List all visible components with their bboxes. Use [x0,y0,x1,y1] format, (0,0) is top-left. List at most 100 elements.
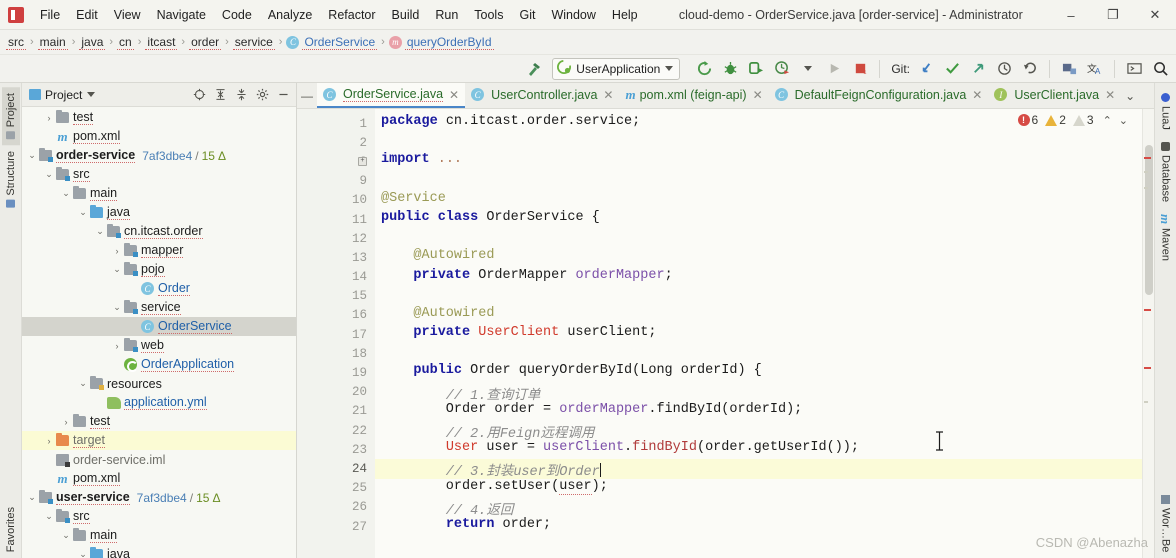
tree-node-java[interactable]: ⌄ java [22,545,296,558]
settings-gear-icon[interactable] [253,85,272,104]
rerun-icon[interactable] [692,58,716,80]
close-icon[interactable]: ✕ [1105,88,1115,102]
code-line[interactable]: private OrderMapper orderMapper; [375,268,1142,287]
close-button[interactable]: ✕ [1134,0,1176,30]
menu-window[interactable]: Window [543,5,603,25]
tree-expand-arrow[interactable]: › [43,436,55,446]
breadcrumb-item-orderservice[interactable]: C OrderService [286,35,378,50]
fold-imports-icon[interactable]: + [358,157,367,167]
maximize-button[interactable]: ❐ [1092,0,1134,30]
tree-expand-arrow[interactable] [43,132,55,142]
code-line[interactable] [375,287,1142,306]
tree-node-orderservice[interactable]: C OrderService [22,317,296,336]
sidebar-tab-favorites[interactable]: Favorites [2,501,20,558]
code-line[interactable] [375,229,1142,248]
menu-navigate[interactable]: Navigate [149,5,214,25]
tree-expand-arrow[interactable]: ⌄ [77,207,89,218]
code-line[interactable]: public class OrderService { [375,210,1142,229]
tree-node-pom-xml[interactable]: m pom.xml [22,469,296,488]
next-problem-icon[interactable]: ⌄ [1117,114,1130,127]
sidebar-tab-working-bench[interactable]: Wor…Be [1157,489,1175,558]
sidebar-tab-luaj[interactable]: LuaJ [1157,87,1175,136]
menu-edit[interactable]: Edit [68,5,106,25]
previous-problem-icon[interactable]: ⌃ [1101,114,1114,127]
code-line[interactable]: public Order queryOrderById(Long orderId… [375,363,1142,382]
code-line[interactable]: @Autowired [375,248,1142,267]
menu-help[interactable]: Help [604,5,646,25]
editor-gutter[interactable]: 123+910111213141516171819202122232425262… [297,109,389,558]
run-icon[interactable] [822,58,846,80]
tree-node-resources[interactable]: ⌄ resources [22,374,296,393]
tree-node-application-yml[interactable]: application.yml [22,393,296,412]
tree-node-src[interactable]: ⌄ src [22,165,296,184]
menu-view[interactable]: View [106,5,149,25]
tree-expand-arrow[interactable]: ⌄ [26,492,38,503]
tree-expand-arrow[interactable]: ⌄ [26,150,38,161]
tree-expand-arrow[interactable]: ⌄ [94,226,106,237]
tree-node-user-service[interactable]: ⌄ user-service 7af3dbe4/15 Δ [22,488,296,507]
tree-expand-arrow[interactable] [111,360,123,370]
code-line[interactable]: // 2.用Feign远程调用 [375,421,1142,442]
terminal-icon[interactable] [1122,58,1146,80]
error-count-group[interactable]: ! 6 [1017,113,1038,127]
editor-tab-orderservice[interactable]: C OrderService.java ✕ [317,83,466,108]
breadcrumb-item-java[interactable]: java [79,35,106,50]
tree-expand-arrow[interactable] [94,398,106,408]
tree-expand-arrow[interactable] [128,284,140,294]
debug-icon[interactable] [718,58,742,80]
breadcrumb-item-cn[interactable]: cn [117,35,134,50]
tree-node-test[interactable]: › test [22,108,296,127]
code-line[interactable]: User user = userClient.findById(order.ge… [375,440,1142,459]
tree-node-pojo[interactable]: ⌄ pojo [22,260,296,279]
code-line[interactable] [375,172,1142,191]
sidebar-tab-maven[interactable]: m Maven [1156,208,1175,267]
breadcrumb-item-queryorderbyid[interactable]: m queryOrderById [388,35,494,50]
code-line[interactable]: // 1.查询订单 [375,383,1142,404]
code-line[interactable]: order.setUser(user); [375,478,1142,498]
tree-node-service[interactable]: ⌄ service [22,298,296,317]
code-line[interactable] [375,133,1142,152]
tree-expand-arrow[interactable]: ⌄ [77,378,89,389]
close-icon[interactable]: ✕ [972,88,982,102]
project-tree[interactable]: › test m pom.xml ⌄ order-service 7af3dbe4/15 Δ… [22,107,296,558]
editor-tab-defaultfeignconfiguration[interactable]: C DefaultFeignConfiguration.java ✕ [769,83,989,108]
run-with-coverage-icon[interactable] [744,58,768,80]
run-configuration-selector[interactable]: UserApplication [552,57,681,80]
menu-tools[interactable]: Tools [466,5,511,25]
minimize-button[interactable]: – [1050,0,1092,30]
menu-refactor[interactable]: Refactor [320,5,383,25]
profile-icon[interactable] [770,58,794,80]
tree-expand-arrow[interactable]: ⌄ [111,302,123,313]
collapse-all-icon[interactable] [232,85,251,104]
stop-icon[interactable]: 1 [848,58,872,80]
update-project-icon[interactable] [914,58,938,80]
tree-node-orderapplication[interactable]: OrderApplication [22,355,296,374]
tree-expand-arrow[interactable]: ⌄ [43,169,55,180]
tree-expand-arrow[interactable] [43,455,55,465]
translate-icon[interactable]: 文A [1083,58,1107,80]
breadcrumb-item-itcast[interactable]: itcast [145,35,178,50]
tree-node-order-service[interactable]: ⌄ order-service 7af3dbe4/15 Δ [22,146,296,165]
menu-git[interactable]: Git [511,5,543,25]
menu-build[interactable]: Build [384,5,428,25]
error-stripe[interactable] [1142,109,1154,558]
menu-file[interactable]: File [32,5,68,25]
project-structure-icon[interactable] [1057,58,1081,80]
tree-expand-arrow[interactable]: › [111,341,123,351]
close-icon[interactable]: ✕ [603,88,613,102]
code-content[interactable]: package cn.itcast.order.service; import … [375,109,1142,558]
tree-node-order[interactable]: C Order [22,279,296,298]
sidebar-tab-database[interactable]: Database [1157,136,1175,208]
chevron-down-icon[interactable] [87,92,96,97]
more-tabs-icon[interactable]: ⌄ [1121,83,1139,108]
code-line[interactable]: private UserClient userClient; [375,325,1142,344]
tree-node-java[interactable]: ⌄ java [22,203,296,222]
breadcrumb-item-main[interactable]: main [37,35,68,50]
menu-code[interactable]: Code [214,5,260,25]
code-line[interactable]: @Service [375,191,1142,210]
sidebar-tab-structure[interactable]: Structure [2,145,20,214]
tree-node-order-service-iml[interactable]: order-service.iml [22,450,296,469]
tree-expand-arrow[interactable]: ⌄ [60,530,72,541]
code-line[interactable]: Order order = orderMapper.findById(order… [375,402,1142,421]
tree-node-main[interactable]: ⌄ main [22,184,296,203]
